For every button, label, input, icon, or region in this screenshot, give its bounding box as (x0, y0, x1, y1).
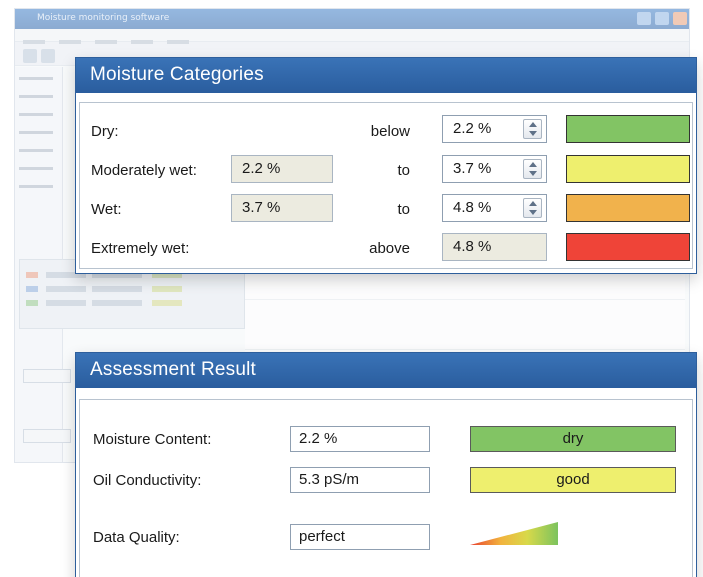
wet-upper-stepper[interactable]: 4.8 % (442, 194, 547, 222)
spin-arrows-icon[interactable] (523, 119, 542, 139)
background-menubar (15, 29, 689, 44)
close-icon (673, 12, 687, 25)
extremely-wet-color-swatch[interactable] (566, 233, 690, 261)
data-quality-value: perfect (290, 524, 430, 550)
dry-upper-value: 2.2 % (453, 120, 492, 137)
wet-upper-value: 4.8 % (453, 199, 492, 216)
moisture-content-value: 2.2 % (290, 426, 430, 452)
wet-range-word: to (397, 201, 410, 218)
moisture-categories-panel: Moisture Categories Dry: below 2.2 % Mod… (75, 57, 697, 274)
moisture-status-badge: dry (470, 426, 676, 452)
moderately-wet-label: Moderately wet: (91, 162, 197, 179)
moderately-wet-color-swatch[interactable] (566, 155, 690, 183)
background-toolbar-icon (41, 49, 55, 63)
quality-gradient-icon (470, 522, 558, 545)
moderately-wet-upper-stepper[interactable]: 3.7 % (442, 155, 547, 183)
extremely-wet-range-word: above (369, 240, 410, 257)
spin-arrows-icon[interactable] (523, 198, 542, 218)
background-window-title: Moisture monitoring software (37, 13, 170, 23)
spin-arrows-icon[interactable] (523, 159, 542, 179)
wet-label: Wet: (91, 201, 122, 218)
dry-label: Dry: (91, 123, 119, 140)
moderately-wet-range-word: to (397, 162, 410, 179)
moderately-wet-upper-value: 3.7 % (453, 160, 492, 177)
minimize-icon (637, 12, 651, 25)
assessment-result-title: Assessment Result (76, 353, 696, 388)
dry-upper-stepper[interactable]: 2.2 % (442, 115, 547, 143)
dry-range-word: below (370, 123, 410, 140)
wet-lower-value: 3.7 % (231, 194, 333, 222)
data-quality-label: Data Quality: (93, 529, 180, 546)
wet-color-swatch[interactable] (566, 194, 690, 222)
oil-conductivity-label: Oil Conductivity: (93, 472, 202, 489)
maximize-icon (655, 12, 669, 25)
background-button (23, 369, 71, 383)
extremely-wet-label: Extremely wet: (91, 240, 190, 257)
moisture-categories-title: Moisture Categories (76, 58, 696, 93)
oil-conductivity-value: 5.3 pS/m (290, 467, 430, 493)
dry-color-swatch[interactable] (566, 115, 690, 143)
extremely-wet-threshold-value: 4.8 % (442, 233, 547, 261)
assessment-result-panel: Assessment Result Moisture Content: 2.2 … (75, 352, 697, 577)
conductivity-status-badge: good (470, 467, 676, 493)
moisture-content-label: Moisture Content: (93, 431, 212, 448)
moderately-wet-lower-value: 2.2 % (231, 155, 333, 183)
assessment-result-body: Moisture Content: 2.2 % dry Oil Conducti… (79, 399, 693, 577)
background-titlebar: Moisture monitoring software (15, 9, 689, 29)
background-button (23, 429, 71, 443)
moisture-categories-body: Dry: below 2.2 % Moderately wet: 2.2 % t… (79, 102, 693, 269)
background-toolbar-icon (23, 49, 37, 63)
